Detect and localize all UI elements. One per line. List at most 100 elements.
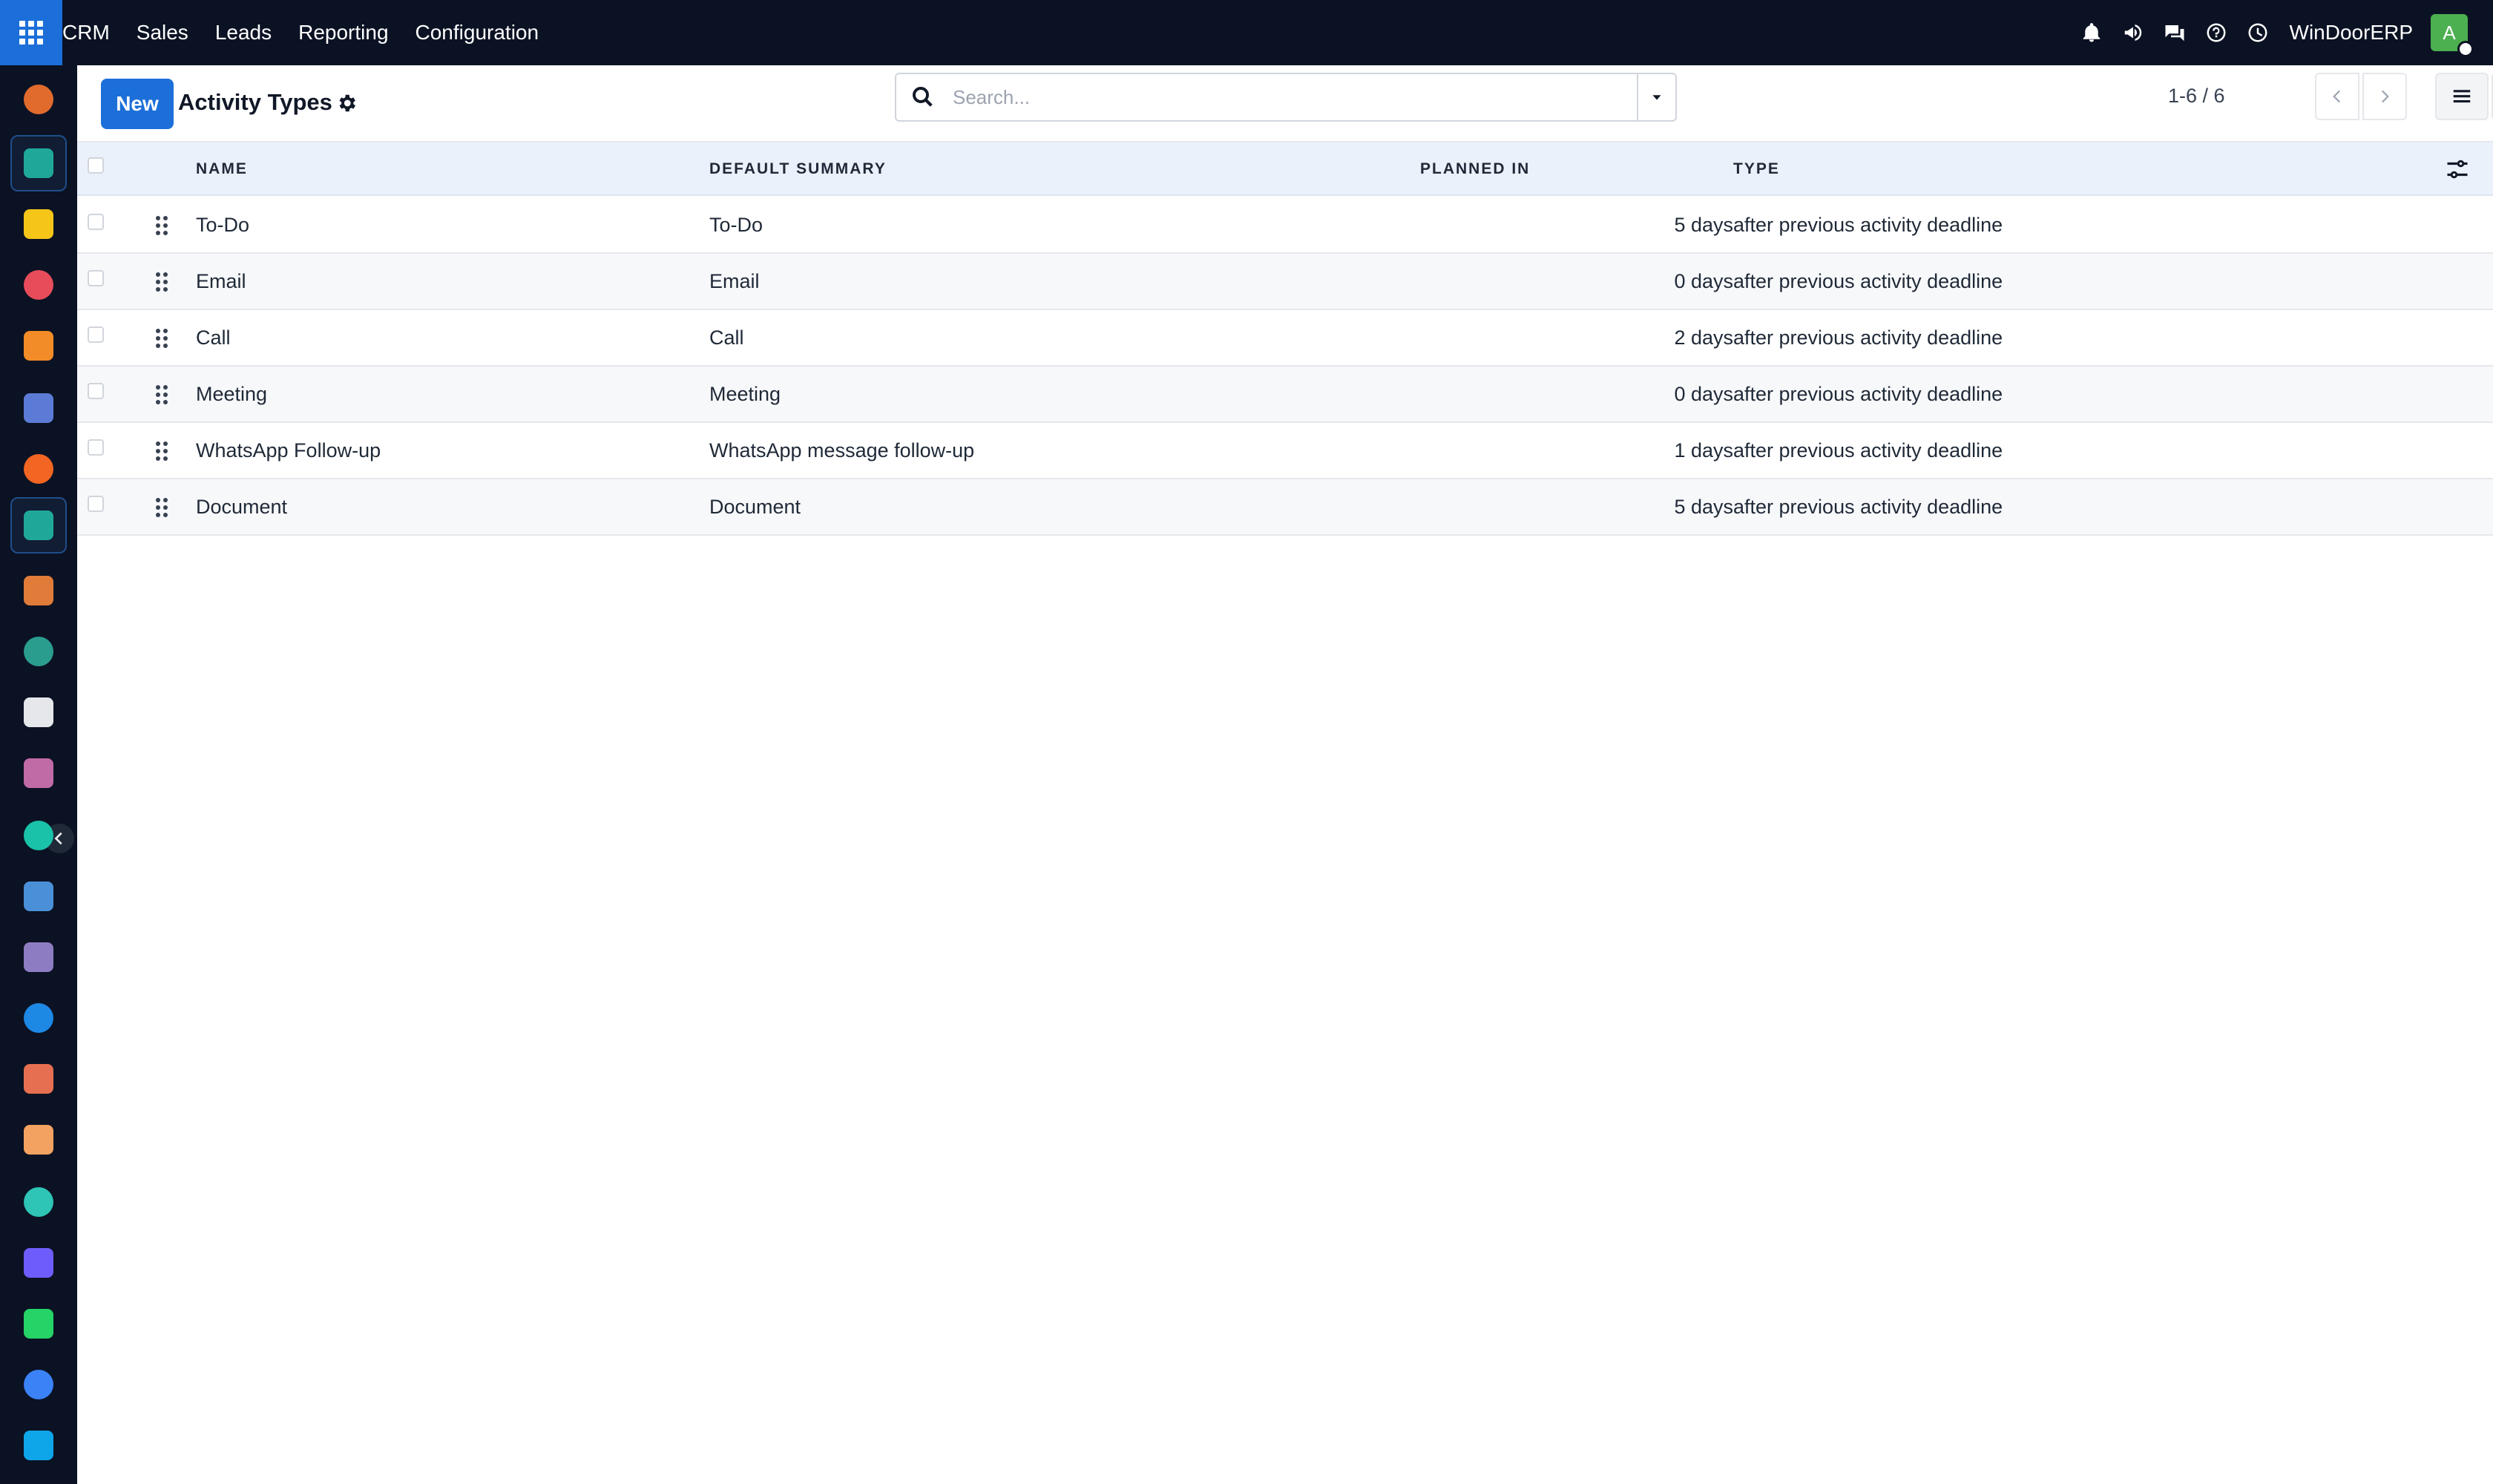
search-options-toggle[interactable] <box>1637 74 1675 120</box>
table-row[interactable]: Call Call 2 days after previous activity de… <box>77 310 2493 367</box>
user-avatar[interactable]: A <box>2431 14 2474 57</box>
product-icon <box>24 942 53 972</box>
column-header-default-summary[interactable]: DEFAULT SUMMARY <box>709 160 887 178</box>
sidebar-app-documents[interactable] <box>10 868 67 925</box>
sidebar-app-email-marketing[interactable] <box>10 196 67 252</box>
column-header-type[interactable]: TYPE <box>1733 160 1780 178</box>
list-icon <box>2453 90 2471 103</box>
table-row[interactable]: Email Email 0 days after previous activity … <box>77 254 2493 310</box>
caret-down-icon <box>1652 95 1661 100</box>
timesheet-icon <box>24 1370 53 1399</box>
table-row[interactable]: Meeting Meeting 0 days after previous activ… <box>77 367 2493 423</box>
table-header: NAME DEFAULT SUMMARY PLANNED IN TYPE <box>77 142 2493 196</box>
sidebar-app-product[interactable] <box>10 929 67 985</box>
main-content: New Activity Types 1-6 / 6 <box>77 65 2493 1484</box>
sidebar-app-knowledge[interactable] <box>10 745 67 801</box>
chat-icon[interactable] <box>2162 20 2187 45</box>
sidebar-app-live-chat[interactable] <box>10 441 67 497</box>
sidebar-app-employees[interactable] <box>10 1051 67 1107</box>
cell-planned-in: 2 days <box>1674 326 1733 349</box>
cell-planned-in: 5 days <box>1674 214 1733 236</box>
table-row[interactable]: Document Document 5 days after previous act… <box>77 479 2493 536</box>
row-checkbox[interactable] <box>88 214 104 230</box>
drag-handle-icon[interactable] <box>154 497 169 518</box>
sidebar-app-contacts[interactable] <box>10 623 67 680</box>
app-sidebar <box>0 65 77 1484</box>
cell-default-summary: Meeting <box>709 383 781 405</box>
cell-type: after previous activity deadline <box>1733 496 2003 518</box>
new-button[interactable]: New <box>101 79 174 129</box>
cell-type: after previous activity deadline <box>1733 270 2003 292</box>
sidebar-app-timesheet[interactable] <box>10 1356 67 1413</box>
drag-handle-icon[interactable] <box>154 328 169 349</box>
cell-name: Email <box>196 270 246 292</box>
row-checkbox[interactable] <box>88 496 104 512</box>
list-view-button[interactable] <box>2435 73 2489 120</box>
row-checkbox[interactable] <box>88 383 104 399</box>
cell-planned-in: 0 days <box>1674 270 1733 292</box>
cell-name: To-Do <box>196 214 250 236</box>
clock-icon[interactable] <box>2245 20 2270 45</box>
pager-next-button[interactable] <box>2362 73 2407 120</box>
drag-handle-icon[interactable] <box>154 272 169 292</box>
sidebar-app-crm-2[interactable] <box>10 497 67 554</box>
menu-sales[interactable]: Sales <box>137 21 188 45</box>
discuss-icon <box>24 1431 53 1460</box>
menu-reporting[interactable]: Reporting <box>298 21 388 45</box>
sidebar-app-reporting[interactable] <box>10 562 67 619</box>
search-bar <box>895 73 1677 122</box>
sidebar-app-crm[interactable] <box>10 135 67 191</box>
sidebar-app-sign[interactable] <box>10 1174 67 1230</box>
megaphone-icon[interactable] <box>2121 20 2146 45</box>
sidebar-app-whatsapp[interactable] <box>10 1296 67 1352</box>
sidebar-app-discuss[interactable] <box>10 1417 67 1474</box>
select-all-checkbox[interactable] <box>88 157 104 174</box>
search-input[interactable] <box>953 85 1637 109</box>
cell-default-summary: Call <box>709 326 744 349</box>
row-checkbox[interactable] <box>88 326 104 343</box>
table-row[interactable]: To-Do To-Do 5 days after previous activity … <box>77 197 2493 254</box>
column-header-planned-in[interactable]: PLANNED IN <box>1420 160 1530 178</box>
sidebar-app-project[interactable] <box>10 807 67 864</box>
column-header-name[interactable]: NAME <box>196 160 248 178</box>
row-checkbox[interactable] <box>88 439 104 456</box>
chevron-left-icon <box>2333 90 2341 103</box>
search-icon <box>913 87 933 107</box>
table-row[interactable]: WhatsApp Follow-up WhatsApp message follo… <box>77 423 2493 479</box>
sidebar-app-mail[interactable] <box>10 380 67 436</box>
sidebar-app-app-5[interactable] <box>10 318 67 374</box>
menu-leads[interactable]: Leads <box>215 21 272 45</box>
drag-handle-icon[interactable] <box>154 215 169 236</box>
sidebar-app-dashboard-2[interactable] <box>10 1235 67 1291</box>
app-name[interactable]: CRM <box>62 21 110 45</box>
sidebar-app-inventory[interactable] <box>10 684 67 741</box>
drag-handle-icon[interactable] <box>154 384 169 405</box>
cell-type: after previous activity deadline <box>1733 326 2003 349</box>
crm-icon <box>24 148 53 178</box>
cell-planned-in: 1 days <box>1674 439 1733 462</box>
cell-default-summary: To-Do <box>709 214 763 236</box>
dashboards-icon <box>24 270 53 300</box>
drag-handle-icon[interactable] <box>154 441 169 462</box>
pager-value[interactable]: 1-6 / 6 <box>2168 85 2225 108</box>
sidebar-app-calendar[interactable] <box>10 1112 67 1168</box>
sidebar-app-app-1[interactable] <box>10 71 67 128</box>
cell-planned-in: 0 days <box>1674 383 1733 405</box>
live-chat-icon <box>24 454 53 484</box>
optional-columns-icon[interactable] <box>2444 156 2471 183</box>
menu-configuration[interactable]: Configuration <box>416 21 539 45</box>
row-checkbox[interactable] <box>88 270 104 286</box>
sidebar-app-invoicing[interactable] <box>10 990 67 1046</box>
company-name[interactable]: WinDoorERP <box>2290 21 2413 45</box>
invoicing-icon <box>24 1003 53 1033</box>
gear-icon[interactable] <box>335 92 358 114</box>
help-icon[interactable] <box>2204 20 2229 45</box>
cell-default-summary: WhatsApp message follow-up <box>709 439 975 462</box>
pager-previous-button[interactable] <box>2315 73 2359 120</box>
page-title: Activity Types <box>178 89 332 115</box>
bell-icon[interactable] <box>2079 20 2104 45</box>
cell-name: Call <box>196 326 231 349</box>
apps-menu-button[interactable] <box>0 0 62 65</box>
sidebar-app-dashboards[interactable] <box>10 257 67 313</box>
sign-icon <box>24 1187 53 1217</box>
